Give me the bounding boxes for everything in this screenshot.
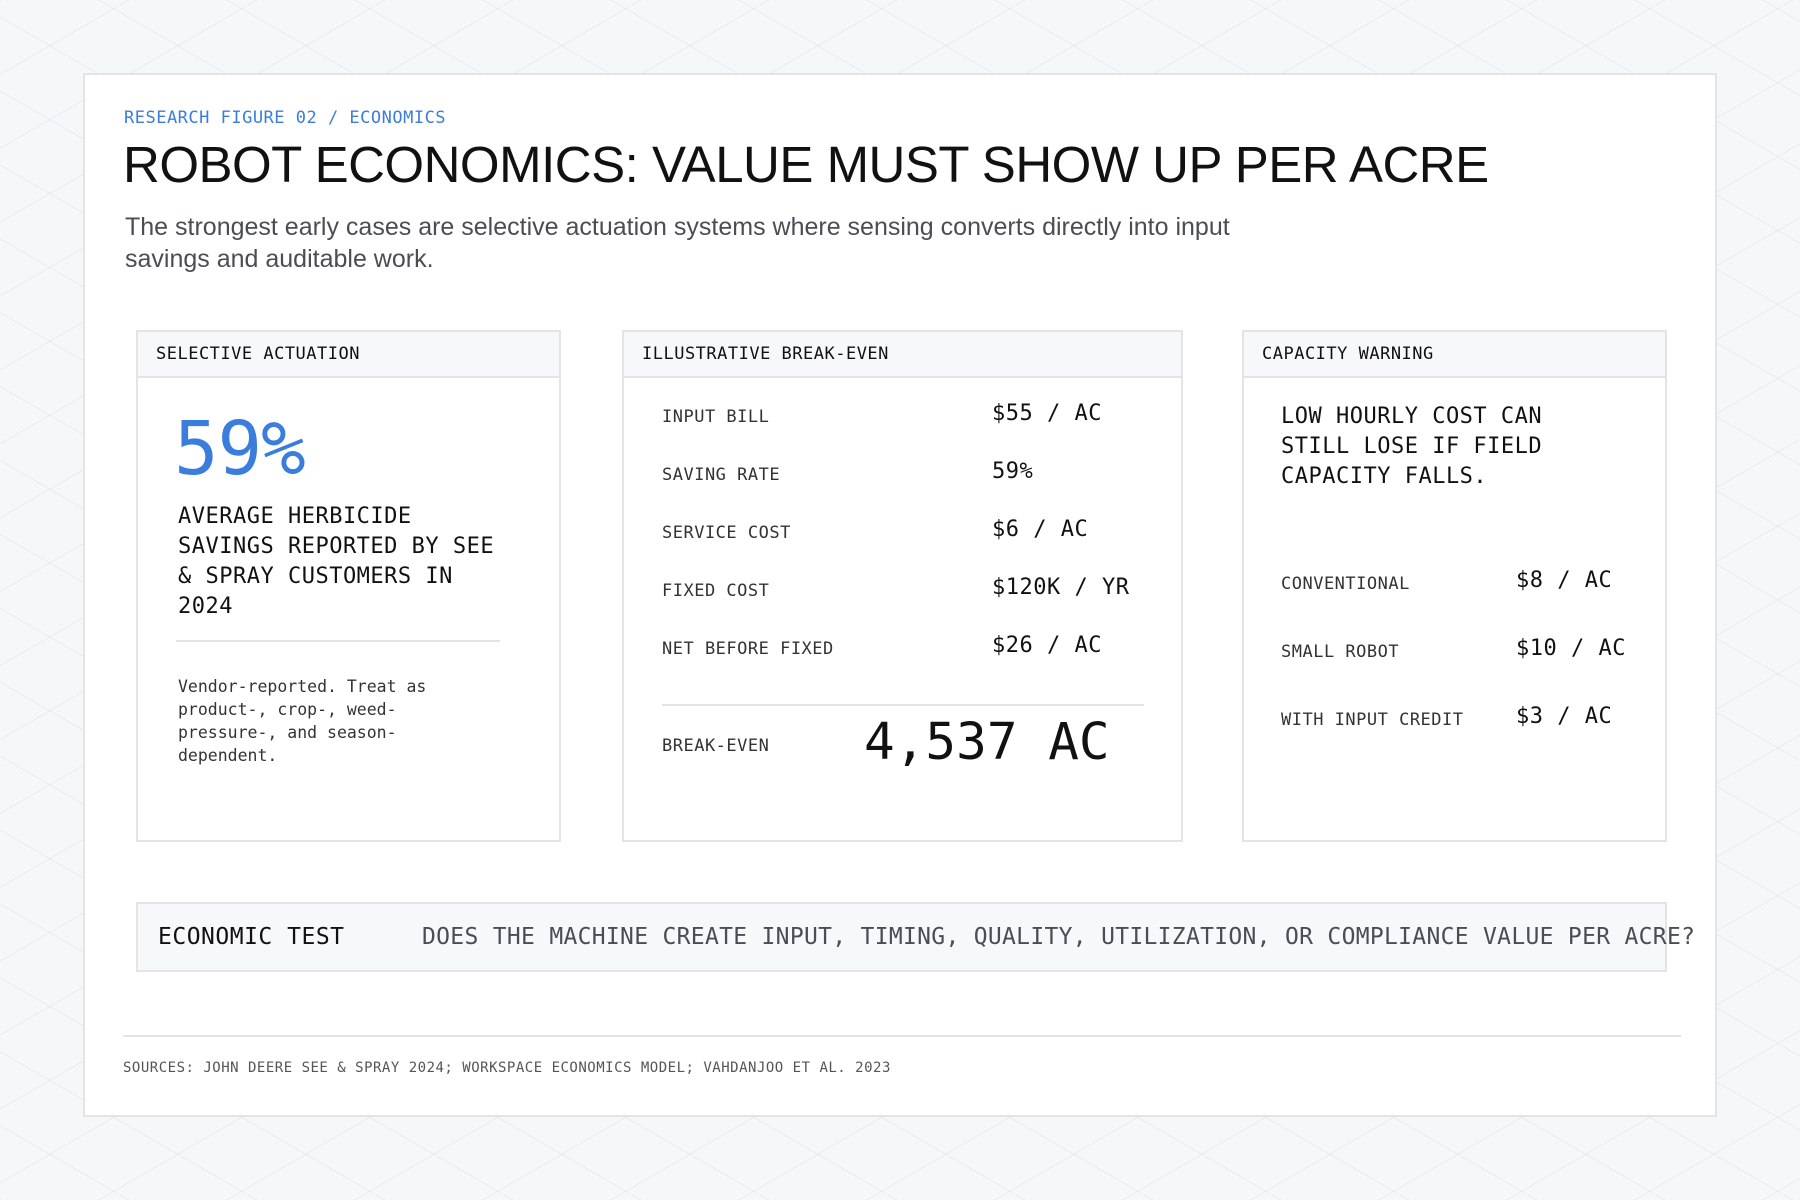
page-subtitle: The strongest early cases are selective … <box>125 213 1230 273</box>
net-before-fixed-value: $26 / AC <box>992 633 1102 658</box>
economic-test-bar: ECONOMIC TEST DOES THE MACHINE CREATE IN… <box>136 902 1695 972</box>
economic-test-question: DOES THE MACHINE CREATE INPUT, TIMING, Q… <box>422 924 1696 950</box>
herbicide-savings-description: AVERAGE HERBICIDE SAVINGS REPORTED BY SE… <box>178 504 495 619</box>
selective-actuation-card: SELECTIVE ACTUATION 59% AVERAGE HERBICID… <box>136 330 561 842</box>
economic-test-label: ECONOMIC TEST <box>158 924 345 950</box>
herbicide-savings-stat: 59% <box>174 406 306 492</box>
small-robot-value: $10 / AC <box>1516 636 1626 661</box>
sources-footnote: SOURCES: JOHN DEERE SEE & SPRAY 2024; WO… <box>123 1060 891 1076</box>
conventional-label: CONVENTIONAL <box>1281 574 1410 594</box>
selective-actuation-heading: SELECTIVE ACTUATION <box>138 332 559 378</box>
conventional-value: $8 / AC <box>1516 568 1613 593</box>
net-before-fixed-label: NET BEFORE FIXED <box>662 639 834 659</box>
input-credit-label: WITH INPUT CREDIT <box>1281 710 1464 730</box>
break-even-divider <box>662 704 1144 706</box>
small-robot-label: SMALL ROBOT <box>1281 642 1400 662</box>
figure-frame: RESEARCH FIGURE 02 / ECONOMICS ROBOT ECO… <box>83 73 1717 1117</box>
figure-eyebrow: RESEARCH FIGURE 02 / ECONOMICS <box>124 108 447 128</box>
capacity-warning-text: LOW HOURLY COST CAN STILL LOSE IF FIELD … <box>1281 404 1543 489</box>
capacity-warning-heading: CAPACITY WARNING <box>1244 332 1665 378</box>
break-even-card: ILLUSTRATIVE BREAK-EVEN INPUT BILL $55 /… <box>622 330 1183 842</box>
saving-rate-value: 59% <box>992 459 1034 484</box>
page-title: ROBOT ECONOMICS: VALUE MUST SHOW UP PER … <box>123 136 1489 193</box>
break-even-value: 4,537 AC <box>864 713 1110 772</box>
input-bill-label: INPUT BILL <box>662 407 770 427</box>
fixed-cost-label: FIXED COST <box>662 581 770 601</box>
input-bill-value: $55 / AC <box>992 401 1102 426</box>
saving-rate-label: SAVING RATE <box>662 465 781 485</box>
break-even-label: BREAK-EVEN <box>662 736 770 756</box>
break-even-heading: ILLUSTRATIVE BREAK-EVEN <box>624 332 1181 378</box>
capacity-warning-card: CAPACITY WARNING LOW HOURLY COST CAN STI… <box>1242 330 1667 842</box>
input-credit-value: $3 / AC <box>1516 704 1613 729</box>
service-cost-label: SERVICE COST <box>662 523 791 543</box>
footer-divider <box>123 1035 1681 1037</box>
fixed-cost-value: $120K / YR <box>992 575 1130 600</box>
vendor-note: Vendor-reported. Treat as product-, crop… <box>178 677 427 765</box>
service-cost-value: $6 / AC <box>992 517 1089 542</box>
card-divider <box>176 640 500 642</box>
